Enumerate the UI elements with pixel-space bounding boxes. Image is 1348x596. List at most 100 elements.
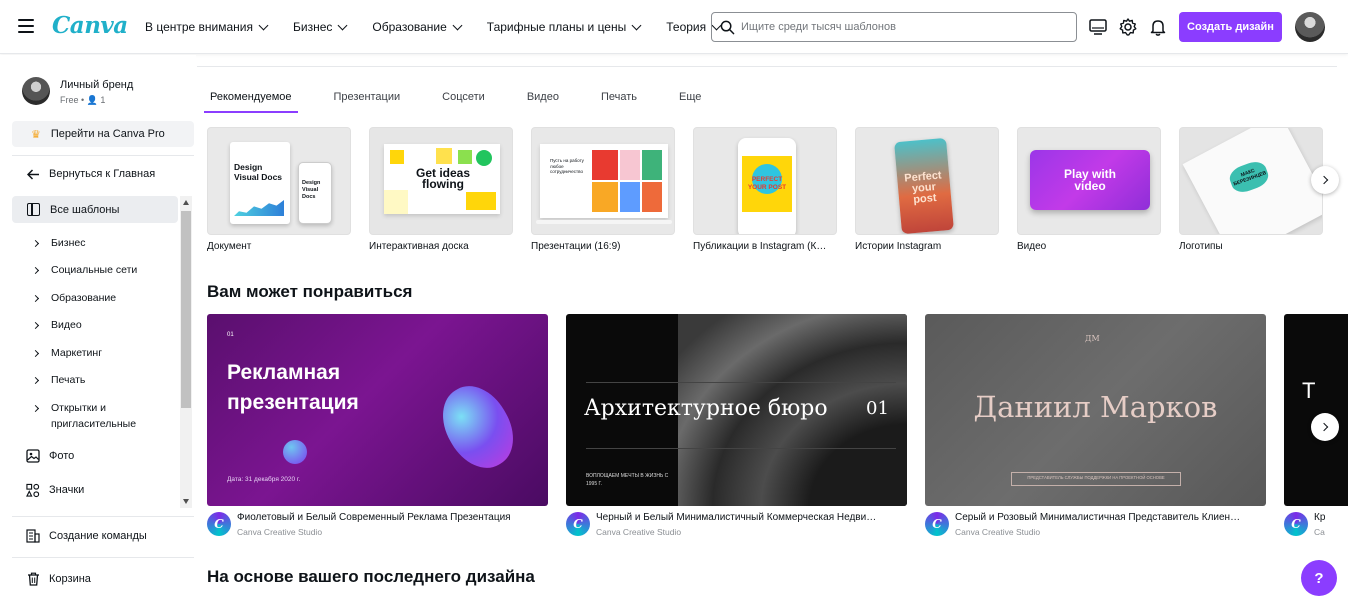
design-type-thumbnail: МАКС БЕРЕЗИНЦЕВ (1179, 127, 1323, 235)
design-type-label: Презентации (16:9) (531, 241, 621, 252)
template-author: Canva Creative Studio (237, 527, 323, 537)
chevron-down-icon (631, 20, 642, 30)
profile-block[interactable]: Личный бренд Free • 👤 1 (22, 77, 133, 105)
template-thumbnail: ДМ Даниил Марков ПРЕДСТАВИТЕЛЬ СЛУЖБЫ ПО… (925, 314, 1266, 506)
trash-link[interactable]: Корзина (26, 572, 91, 586)
template-title: Черный и Белый Минималистичный Коммерчес… (596, 512, 877, 523)
design-type-thumbnail: Play with video (1017, 127, 1161, 235)
sidebar-category-education[interactable]: Образование (31, 290, 116, 306)
sidebar-category-video[interactable]: Видео (31, 317, 82, 333)
canva-creator-icon: C (925, 512, 949, 536)
main-content: Рекомендуемое Презентации Соцсети Видео … (197, 55, 1348, 595)
design-type-label: Видео (1017, 241, 1047, 252)
chevron-down-icon (258, 20, 269, 30)
template-title: Фиолетовый и Белый Современный Реклама П… (237, 512, 511, 523)
chevron-right-icon (1319, 175, 1328, 185)
crown-icon: ♛ (31, 128, 41, 141)
design-type-presentation[interactable]: Пусть на работу любое сотрудничество Пре… (531, 127, 675, 252)
image-icon (26, 449, 40, 463)
search-icon (720, 20, 735, 34)
design-type-instagram-post[interactable]: PERFECT YOUR POST Публикации в Instagram… (693, 127, 837, 252)
design-type-thumbnail: Perfect your post (855, 127, 999, 235)
gear-icon[interactable] (1118, 17, 1138, 37)
design-type-document[interactable]: Design Visual Docs Design Visual Docs До… (207, 127, 351, 252)
sidebar-category-print[interactable]: Печать (31, 372, 85, 388)
design-type-label: Интерактивная доска (369, 241, 469, 252)
templates-icon (27, 203, 40, 216)
sidebar-category-social[interactable]: Социальные сети (31, 262, 137, 278)
tab-presentations[interactable]: Презентации (331, 91, 404, 103)
help-button[interactable]: ? (1301, 560, 1337, 596)
template-card[interactable]: ДМ Даниил Марков ПРЕДСТАВИТЕЛЬ СЛУЖБЫ ПО… (925, 314, 1266, 537)
chevron-right-icon (31, 294, 40, 303)
create-design-button[interactable]: Создать дизайн (1179, 12, 1282, 42)
design-type-video[interactable]: Play with video Видео (1017, 127, 1161, 252)
scrollbar-thumb[interactable] (181, 211, 191, 408)
section-title-based-on-last: На основе вашего последнего дизайна (207, 567, 535, 586)
search-box[interactable] (711, 12, 1077, 42)
nav-business[interactable]: Бизнес (293, 20, 348, 34)
building-icon (26, 529, 40, 543)
scroll-down-icon[interactable] (183, 499, 189, 504)
template-card[interactable]: 01 Рекламная презентация Дата: 31 декабр… (207, 314, 548, 537)
desktop-icon[interactable] (1088, 17, 1108, 37)
chevron-right-icon (31, 349, 40, 358)
divider (12, 155, 194, 156)
design-type-label: Истории Instagram (855, 241, 942, 252)
sidebar-scrollbar[interactable] (180, 196, 192, 508)
chevron-right-icon (31, 266, 40, 275)
design-type-thumbnail: PERFECT YOUR POST (693, 127, 837, 235)
design-type-whiteboard[interactable]: Get ideas flowing Интерактивная доска (369, 127, 513, 252)
sidebar-item-photos[interactable]: Фото (26, 449, 74, 463)
design-type-logo[interactable]: МАКС БЕРЕЗИНЦЕВ Логотипы (1179, 127, 1323, 252)
scroll-up-icon[interactable] (183, 200, 189, 205)
back-home-link[interactable]: Вернуться к Главная (26, 167, 155, 181)
tab-social[interactable]: Соцсети (439, 91, 488, 103)
shapes-icon (26, 483, 40, 497)
create-team-link[interactable]: Создание команды (26, 529, 147, 543)
canva-logo[interactable]: Canva (52, 12, 128, 39)
bell-icon[interactable] (1148, 17, 1168, 37)
tab-recommended[interactable]: Рекомендуемое (204, 91, 297, 113)
menu-icon[interactable] (18, 19, 34, 33)
template-thumbnail: Т (1284, 314, 1348, 506)
upgrade-pro-button[interactable]: ♛ Перейти на Canva Pro (12, 121, 194, 147)
template-title: Кр (1314, 512, 1326, 523)
main-nav: В центре внимания Бизнес Образование Тар… (145, 0, 746, 54)
types-next-button[interactable] (1311, 166, 1339, 194)
chevron-down-icon (337, 20, 348, 30)
tab-more[interactable]: Еще (676, 91, 704, 103)
sidebar-category-cards[interactable]: Открытки и пригласительные (31, 400, 143, 432)
sidebar-item-icons[interactable]: Значки (26, 483, 84, 497)
sidebar: Личный бренд Free • 👤 1 ♛ Перейти на Can… (0, 55, 196, 595)
trash-icon (26, 572, 40, 586)
profile-name: Личный бренд (60, 79, 134, 91)
sidebar-item-all-templates[interactable]: Все шаблоны (12, 196, 178, 223)
profile-plan: Free • 👤 1 (60, 95, 106, 105)
template-card[interactable]: Архитектурное бюро 01 ВОПЛОЩАЕМ МЕЧТЫ В … (566, 314, 907, 537)
chevron-down-icon (452, 20, 463, 30)
canva-creator-icon: C (566, 512, 590, 536)
chevron-right-icon (31, 404, 40, 413)
design-type-thumbnail: Get ideas flowing (369, 127, 513, 235)
templates-row: 01 Рекламная презентация Дата: 31 декабр… (207, 314, 1348, 537)
arrow-left-icon (26, 167, 40, 181)
search-input[interactable] (741, 21, 1061, 33)
templates-next-button[interactable] (1311, 413, 1339, 441)
user-avatar[interactable] (1295, 12, 1325, 42)
sidebar-category-marketing[interactable]: Маркетинг (31, 345, 102, 361)
canva-creator-icon: C (207, 512, 231, 536)
divider (12, 557, 194, 558)
template-title: Серый и Розовый Минималистичная Представ… (955, 512, 1241, 523)
design-types-row: Design Visual Docs Design Visual Docs До… (207, 127, 1341, 252)
tab-video[interactable]: Видео (524, 91, 562, 103)
nav-pricing[interactable]: Тарифные планы и цены (487, 20, 642, 34)
avatar (22, 77, 50, 105)
design-type-label: Логотипы (1179, 241, 1223, 252)
nav-education[interactable]: Образование (372, 20, 463, 34)
design-type-instagram-stories[interactable]: Perfect your post Истории Instagram (855, 127, 999, 252)
sidebar-category-business[interactable]: Бизнес (31, 235, 85, 251)
tab-print[interactable]: Печать (598, 91, 640, 103)
category-tabs: Рекомендуемое Презентации Соцсети Видео … (204, 91, 740, 113)
nav-spotlight[interactable]: В центре внимания (145, 20, 269, 34)
